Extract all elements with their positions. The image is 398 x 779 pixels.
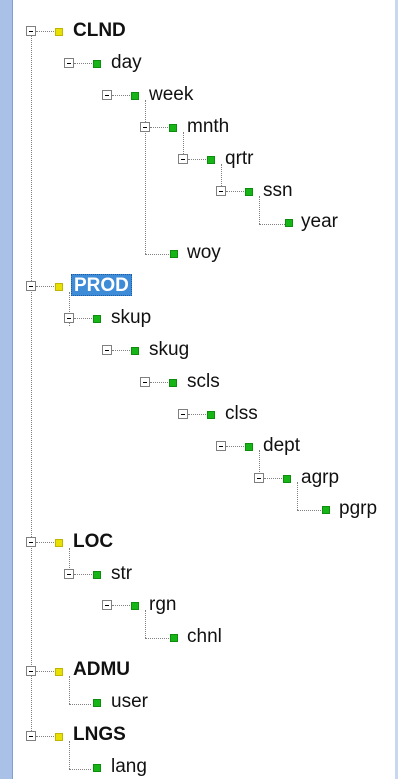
green-node-icon [93, 571, 101, 579]
connector-line [259, 224, 287, 225]
connector-line [112, 350, 130, 351]
tree-node-label[interactable]: lang [111, 756, 147, 778]
collapse-toggle-icon[interactable] [64, 58, 74, 68]
collapse-toggle-icon[interactable] [178, 409, 188, 419]
connector-line [188, 414, 206, 415]
collapse-toggle-icon[interactable] [26, 26, 36, 36]
collapse-toggle-icon[interactable] [254, 473, 264, 483]
green-node-icon [170, 250, 178, 258]
collapse-toggle-icon[interactable] [178, 154, 188, 164]
tree-node-label[interactable]: agrp [301, 467, 339, 489]
green-node-icon [131, 602, 139, 610]
connector-line [145, 254, 169, 255]
tree-node-label[interactable]: str [111, 563, 132, 585]
connector-line [259, 196, 260, 224]
connector-line [36, 671, 54, 672]
tree-node-label[interactable]: day [111, 52, 142, 74]
tree-node-label[interactable]: woy [187, 242, 221, 264]
collapse-toggle-icon[interactable] [26, 731, 36, 741]
tree-node-label[interactable]: clss [225, 403, 258, 425]
connector-line [112, 605, 130, 606]
tree-node-label[interactable]: dept [263, 435, 300, 457]
connector-line [69, 704, 91, 705]
connector-line [69, 741, 70, 769]
collapse-toggle-icon[interactable] [26, 281, 36, 291]
tree-node-label[interactable]: qrtr [225, 148, 254, 170]
tree-node-label[interactable]: skup [111, 307, 151, 329]
connector-line [297, 510, 321, 511]
connector-line [36, 542, 54, 543]
tree-node-label[interactable]: mnth [187, 116, 229, 138]
green-node-icon [245, 443, 253, 451]
connector-line [69, 769, 91, 770]
yellow-node-icon [55, 539, 63, 547]
collapse-toggle-icon[interactable] [64, 569, 74, 579]
green-node-icon [169, 379, 177, 387]
green-node-icon [93, 315, 101, 323]
tree-node-label[interactable]: skug [149, 339, 189, 361]
green-node-icon [207, 411, 215, 419]
tree-node-label[interactable]: week [149, 84, 193, 106]
connector-line [74, 318, 92, 319]
connector-line [226, 446, 244, 447]
green-node-icon [93, 60, 101, 68]
green-node-icon [245, 188, 253, 196]
green-node-icon [170, 634, 178, 642]
yellow-node-icon [55, 283, 63, 291]
collapse-toggle-icon[interactable] [26, 666, 36, 676]
green-node-icon [131, 347, 139, 355]
green-node-icon [169, 124, 177, 132]
collapse-toggle-icon[interactable] [216, 441, 226, 451]
collapse-toggle-icon[interactable] [102, 345, 112, 355]
tree-node-label[interactable]: CLND [73, 20, 126, 42]
tree-node-label[interactable]: LNGS [73, 724, 126, 746]
collapse-toggle-icon[interactable] [102, 90, 112, 100]
connector-line [226, 191, 244, 192]
tree-node-label[interactable]: user [111, 691, 148, 713]
tree-node-label[interactable]: ADMU [73, 659, 130, 681]
collapse-toggle-icon[interactable] [216, 186, 226, 196]
green-node-icon [322, 506, 330, 514]
tree-node-label-selected[interactable]: PROD [71, 274, 132, 296]
green-node-icon [93, 764, 101, 772]
tree-node-label[interactable]: ssn [263, 180, 293, 202]
connector-line [188, 159, 206, 160]
connector-line [145, 638, 169, 639]
collapse-toggle-icon[interactable] [102, 600, 112, 610]
connector-line [145, 610, 146, 638]
connector-line [36, 736, 54, 737]
green-node-icon [285, 219, 293, 227]
tree-node-label[interactable]: LOC [73, 531, 113, 553]
tree-node-label[interactable]: rgn [149, 594, 176, 616]
connector-line [74, 574, 92, 575]
yellow-node-icon [55, 28, 63, 36]
collapse-toggle-icon[interactable] [140, 122, 150, 132]
connector-line [264, 478, 282, 479]
connector-line [150, 382, 168, 383]
tree-node-label[interactable]: scls [187, 371, 220, 393]
collapse-toggle-icon[interactable] [26, 537, 36, 547]
connector-line [36, 286, 54, 287]
connector-line [36, 31, 54, 32]
yellow-node-icon [55, 668, 63, 676]
green-node-icon [283, 475, 291, 483]
collapse-toggle-icon[interactable] [64, 313, 74, 323]
tree-node-label[interactable]: year [301, 211, 338, 233]
connector-line [69, 676, 70, 704]
green-node-icon [207, 156, 215, 164]
tree-node-label[interactable]: chnl [187, 626, 222, 648]
connector-line [297, 482, 298, 510]
green-node-icon [93, 699, 101, 707]
yellow-node-icon [55, 733, 63, 741]
connector-line [112, 95, 130, 96]
tree-node-label[interactable]: pgrp [339, 498, 377, 520]
root-trunk-line [31, 36, 32, 731]
hierarchy-tree: CLND day week mnth qrtr ssn year woy PRO… [0, 0, 398, 779]
connector-line [150, 127, 168, 128]
connector-line [74, 63, 92, 64]
collapse-toggle-icon[interactable] [140, 377, 150, 387]
green-node-icon [131, 92, 139, 100]
